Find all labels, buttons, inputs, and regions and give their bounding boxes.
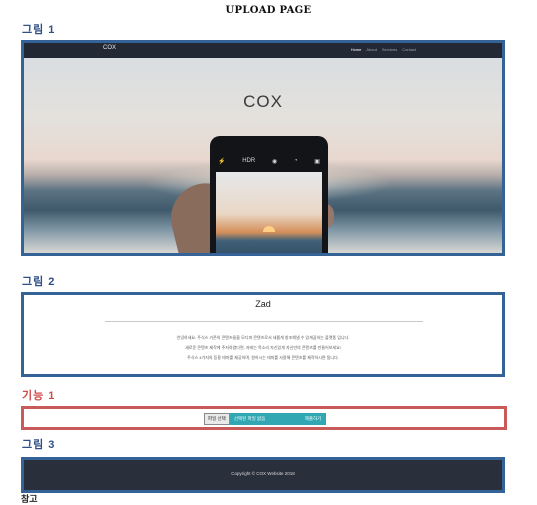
timer-icon: ◔ — [293, 158, 298, 164]
page-title: UPLOAD PAGE — [225, 5, 312, 16]
navbar-menu: Home About Services Contact — [351, 47, 416, 52]
camera-icon: ▣ — [314, 159, 320, 165]
figure-1-frame: COX Home About Services Contact COX ⚡ HD… — [21, 40, 505, 256]
feature-1-frame: 파일 선택 선택된 파일 없음 제출하기 — [21, 406, 507, 430]
figure-3-frame: Copyright © COX Website 2018 — [21, 457, 505, 493]
intro-line-3: 주식스 4가지의 등용 테마를 제공하며, 원하시는 테마를 사용해 콘텐츠를 … — [187, 355, 339, 360]
intro-title: Zad — [255, 299, 271, 309]
file-status-text: 선택된 파일 없음 — [229, 413, 302, 425]
intro-line-1: 안녕하세요. 주식스 기존의 콘텐츠들을 모디파 콘텐츠로서 새롭게 창조해낼 … — [176, 335, 350, 340]
flash-off-icon: ⚡ — [218, 159, 226, 165]
file-input[interactable]: 파일 선택 선택된 파일 없음 — [204, 413, 302, 425]
figure-1-label: 그림 1 — [22, 24, 56, 36]
phone-screen — [216, 172, 322, 253]
site-navbar: COX Home About Services Contact — [24, 43, 502, 58]
figure-2-frame: Zad 안녕하세요. 주식스 기존의 콘텐츠들을 모디파 콘텐츠로서 새롭게 창… — [21, 292, 505, 377]
nav-item-about[interactable]: About — [366, 47, 376, 52]
feature-1-label: 기능 1 — [22, 390, 56, 402]
figure-2-label: 그림 2 — [22, 276, 56, 288]
hdr-label: HDR — [242, 158, 256, 164]
intro-line-2: 새로운 콘텐츠 제작에 주저하였다면, 자레는 목소리 자신있게 자신만의 콘텐… — [185, 345, 341, 350]
sun-shape — [263, 226, 275, 232]
submit-button[interactable]: 제출하기 — [300, 413, 326, 425]
choose-file-button[interactable]: 파일 선택 — [204, 413, 230, 425]
hero-title: COX — [243, 92, 283, 111]
hero-image: COX ⚡ HDR ◉ ◔ ▣ — [24, 58, 502, 253]
figure-3-label: 그림 3 — [22, 439, 56, 451]
phone-camera-bar: ⚡ HDR ◉ ◔ ▣ — [218, 158, 320, 165]
nav-item-contact[interactable]: Contact — [402, 47, 416, 52]
phone-image: ⚡ HDR ◉ ◔ ▣ — [210, 136, 328, 253]
footer-copyright: Copyright © COX Website 2018 — [231, 471, 295, 476]
intro-divider — [105, 321, 423, 322]
nav-item-services[interactable]: Services — [382, 47, 397, 52]
camera-mode-icon: ◉ — [271, 159, 278, 165]
navbar-brand[interactable]: COX — [103, 45, 116, 51]
bottom-label: 참고 — [21, 494, 38, 504]
nav-item-home[interactable]: Home — [351, 47, 362, 52]
